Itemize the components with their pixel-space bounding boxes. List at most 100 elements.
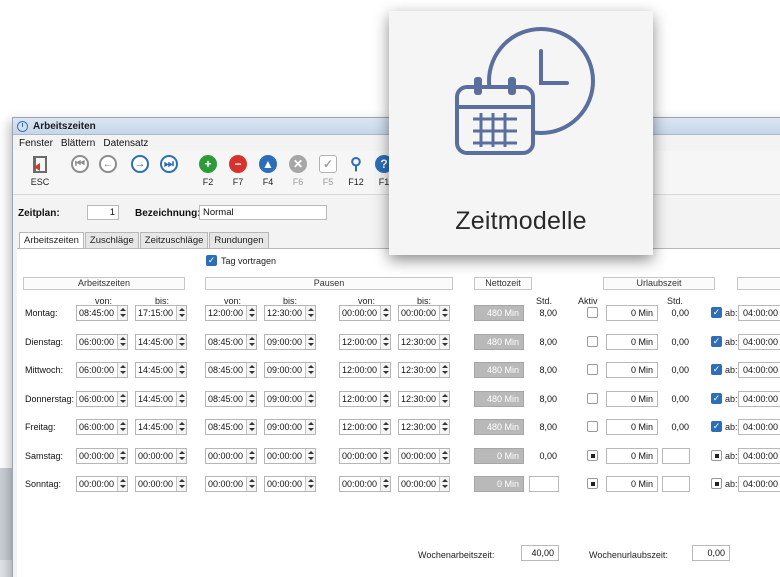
previous-record-button[interactable]: ← [95,155,121,177]
spinner-arrows-icon[interactable] [439,363,449,377]
time-spinner-p1-bis[interactable]: 00:00:00 [264,476,316,492]
spinner-arrows-icon[interactable] [117,392,127,406]
ab-time-field[interactable]: 04:00:00 [738,305,780,321]
delete-button[interactable]: − F7 [225,155,251,187]
urlaub-min-field[interactable]: 0 Min [606,305,658,321]
spinner-arrows-icon[interactable] [380,363,390,377]
time-spinner-az-bis[interactable]: 14:45:00 [135,391,187,407]
aktiv-checkbox[interactable] [587,421,598,432]
spinner-arrows-icon[interactable] [176,306,186,320]
first-record-button[interactable]: ⏮ [67,155,93,177]
menu-datensatz[interactable]: Datensatz [103,138,148,149]
spinner-arrows-icon[interactable] [117,363,127,377]
spinner-arrows-icon[interactable] [439,306,449,320]
time-spinner-p2-bis[interactable]: 12:30:00 [398,362,450,378]
ab-checkbox[interactable]: ✓ [711,393,722,404]
time-spinner-p2-bis[interactable]: 12:30:00 [398,419,450,435]
time-spinner-az-bis[interactable]: 14:45:00 [135,334,187,350]
spinner-arrows-icon[interactable] [305,363,315,377]
ab-time-field[interactable]: 04:00:00 [738,419,780,435]
ab-time-field[interactable]: 04:00:00 [738,334,780,350]
aktiv-checkbox[interactable] [587,307,598,318]
ab-time-field[interactable]: 04:00:00 [738,362,780,378]
spinner-arrows-icon[interactable] [380,392,390,406]
menu-blaettern[interactable]: Blättern [61,138,95,149]
tab-rundungen[interactable]: Rundungen [209,232,269,248]
spinner-arrows-icon[interactable] [380,335,390,349]
time-spinner-p1-von[interactable]: 08:45:00 [205,334,257,350]
tab-arbeitszeiten[interactable]: Arbeitszeiten [19,232,84,249]
time-spinner-az-von[interactable]: 00:00:00 [76,476,128,492]
time-spinner-p1-von[interactable]: 00:00:00 [205,476,257,492]
ab-checkbox[interactable]: ✓ [711,421,722,432]
ab-checkbox[interactable]: ✓ [711,364,722,375]
time-spinner-az-von[interactable]: 08:45:00 [76,305,128,321]
spinner-arrows-icon[interactable] [117,477,127,491]
time-spinner-p2-von[interactable]: 00:00:00 [339,476,391,492]
time-spinner-az-von[interactable]: 06:00:00 [76,391,128,407]
spinner-arrows-icon[interactable] [246,392,256,406]
menu-fenster[interactable]: Fenster [19,138,53,149]
time-spinner-p2-von[interactable]: 12:00:00 [339,419,391,435]
tab-zuschlaege[interactable]: Zuschläge [84,232,139,248]
spinner-arrows-icon[interactable] [439,392,449,406]
time-spinner-p1-bis[interactable]: 09:00:00 [264,362,316,378]
time-spinner-p1-von[interactable]: 08:45:00 [205,391,257,407]
spinner-arrows-icon[interactable] [176,449,186,463]
urlaub-min-field[interactable]: 0 Min [606,334,658,350]
spinner-arrows-icon[interactable] [439,335,449,349]
time-spinner-az-von[interactable]: 06:00:00 [76,419,128,435]
spinner-arrows-icon[interactable] [117,449,127,463]
time-spinner-p1-bis[interactable]: 09:00:00 [264,419,316,435]
time-spinner-az-bis[interactable]: 00:00:00 [135,448,187,464]
time-spinner-p2-bis[interactable]: 12:30:00 [398,334,450,350]
spinner-arrows-icon[interactable] [117,335,127,349]
spinner-arrows-icon[interactable] [380,477,390,491]
tab-zeitzuschlaege[interactable]: Zeitzuschläge [139,232,209,248]
search-button[interactable]: ⚲ F12 [343,155,369,187]
aktiv-checkbox[interactable] [587,393,598,404]
spinner-arrows-icon[interactable] [246,363,256,377]
spinner-arrows-icon[interactable] [439,420,449,434]
time-spinner-p1-bis[interactable]: 00:00:00 [264,448,316,464]
ab-time-field[interactable]: 04:00:00 [738,391,780,407]
time-spinner-az-von[interactable]: 00:00:00 [76,448,128,464]
spinner-arrows-icon[interactable] [305,306,315,320]
time-spinner-p1-bis[interactable]: 09:00:00 [264,391,316,407]
spinner-arrows-icon[interactable] [305,420,315,434]
time-spinner-p1-von[interactable]: 08:45:00 [205,362,257,378]
aktiv-checkbox[interactable] [587,336,598,347]
spinner-arrows-icon[interactable] [176,477,186,491]
aktiv-checkbox[interactable] [587,478,598,489]
urlaub-min-field[interactable]: 0 Min [606,391,658,407]
spinner-arrows-icon[interactable] [380,420,390,434]
time-spinner-p2-von[interactable]: 12:00:00 [339,334,391,350]
time-spinner-p1-bis[interactable]: 09:00:00 [264,334,316,350]
time-spinner-az-von[interactable]: 06:00:00 [76,362,128,378]
urlaub-min-field[interactable]: 0 Min [606,362,658,378]
spinner-arrows-icon[interactable] [246,420,256,434]
time-spinner-p2-von[interactable]: 00:00:00 [339,448,391,464]
spinner-arrows-icon[interactable] [117,306,127,320]
ab-checkbox[interactable]: ✓ [711,307,722,318]
spinner-arrows-icon[interactable] [176,392,186,406]
spinner-arrows-icon[interactable] [380,449,390,463]
time-spinner-p1-bis[interactable]: 12:30:00 [264,305,316,321]
time-spinner-p1-von[interactable]: 12:00:00 [205,305,257,321]
spinner-arrows-icon[interactable] [439,449,449,463]
ab-time-field[interactable]: 04:00:00 [738,476,780,492]
spinner-arrows-icon[interactable] [305,335,315,349]
time-spinner-p2-bis[interactable]: 00:00:00 [398,476,450,492]
spinner-arrows-icon[interactable] [246,306,256,320]
ab-checkbox[interactable]: ✓ [711,336,722,347]
time-spinner-az-bis[interactable]: 00:00:00 [135,476,187,492]
bezeichnung-field[interactable]: Normal [199,205,327,220]
aktiv-checkbox[interactable] [587,450,598,461]
spinner-arrows-icon[interactable] [305,392,315,406]
spinner-arrows-icon[interactable] [380,306,390,320]
save-button[interactable]: ▲ F4 [255,155,281,187]
cancel-button[interactable]: ✕ F6 [285,155,311,187]
time-spinner-p2-von[interactable]: 12:00:00 [339,362,391,378]
aktiv-checkbox[interactable] [587,364,598,375]
spinner-arrows-icon[interactable] [246,449,256,463]
